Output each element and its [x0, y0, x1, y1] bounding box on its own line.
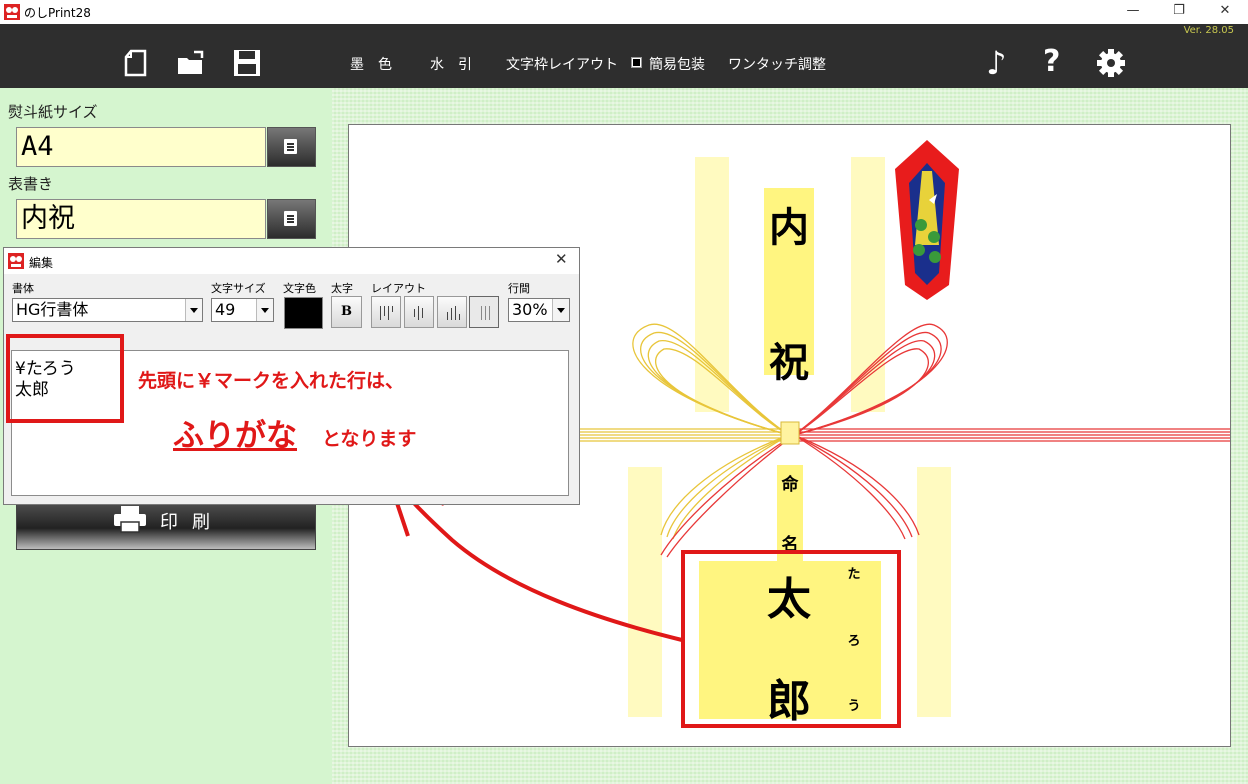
app-icon: [4, 4, 20, 20]
simple-wrap-checkbox[interactable]: [631, 57, 642, 68]
noshi-ornament-icon: [895, 140, 959, 300]
omote-top-char-1: 内: [769, 204, 809, 251]
paper-size-list-button[interactable]: [267, 127, 316, 167]
size-select[interactable]: 49: [211, 298, 274, 322]
bold-label: 太字: [331, 282, 353, 295]
spacing-select-value: 30%: [512, 300, 548, 319]
new-file-icon[interactable]: [121, 48, 151, 78]
dialog-title-bar: [4, 248, 579, 274]
help-icon[interactable]: ?: [1043, 44, 1060, 79]
open-folder-icon[interactable]: [176, 48, 206, 78]
text-highlight-box: [6, 334, 124, 423]
bold-button[interactable]: B: [331, 296, 362, 328]
omote-field[interactable]: 内祝: [16, 199, 266, 239]
size-label: 文字サイズ: [211, 282, 266, 295]
layout-right-button[interactable]: [371, 296, 401, 328]
font-select-value: HG行書体: [16, 300, 89, 319]
chevron-down-icon: [185, 299, 202, 321]
close-button[interactable]: ✕: [1202, 0, 1248, 24]
dialog-title: 編集: [29, 256, 54, 270]
window-title: のしPrint28: [24, 6, 91, 20]
chevron-down-icon: [552, 299, 569, 321]
list-icon: [284, 211, 297, 226]
gear-icon[interactable]: [1096, 48, 1126, 78]
layout-bottom-button[interactable]: [437, 296, 467, 328]
chevron-down-icon: [256, 299, 273, 321]
spacing-label: 行間: [508, 282, 530, 295]
layout-center-button[interactable]: [404, 296, 434, 328]
annotation-line-2: となります: [322, 428, 417, 450]
list-icon: [284, 139, 297, 154]
omote-top-char-2: 祝: [769, 339, 809, 386]
paper-size-field[interactable]: A4: [16, 127, 266, 167]
font-select[interactable]: HG行書体: [12, 298, 203, 322]
menu-sumi-color[interactable]: 墨 色: [350, 54, 392, 74]
restore-button[interactable]: ❐: [1156, 0, 1202, 24]
save-icon[interactable]: [232, 48, 262, 78]
layout-label: レイアウト: [371, 282, 426, 295]
print-label: 印刷: [160, 512, 224, 533]
font-label: 書体: [12, 282, 34, 295]
minimize-button[interactable]: —: [1110, 0, 1156, 24]
title-bar: のしPrint28 — ❐ ✕: [0, 0, 1248, 24]
omote-list-button[interactable]: [267, 199, 316, 239]
color-swatch[interactable]: [284, 297, 323, 329]
dialog-close-button[interactable]: ✕: [555, 250, 568, 268]
music-note-icon[interactable]: ♪: [986, 44, 1006, 82]
color-label: 文字色: [283, 282, 316, 295]
naming-char-1: 命: [781, 475, 799, 495]
layout-even-button[interactable]: [469, 296, 499, 328]
annotation-furigana: ふりがな: [173, 418, 297, 454]
spacing-select[interactable]: 30%: [508, 298, 570, 322]
paper-size-label: 熨斗紙サイズ: [8, 103, 98, 121]
checkbox-mark: [633, 59, 640, 66]
omote-label: 表書き: [8, 175, 54, 193]
menu-simple-wrap[interactable]: 簡易包装: [649, 54, 705, 74]
printer-icon: [114, 506, 146, 533]
size-select-value: 49: [215, 300, 236, 319]
menu-text-frame-layout[interactable]: 文字枠レイアウト: [506, 54, 618, 74]
app-icon: [8, 253, 24, 269]
name-highlight-box: [681, 550, 901, 728]
menu-mizuhiki[interactable]: 水 引: [430, 54, 472, 74]
version-label: Ver. 28.05: [1183, 25, 1234, 36]
annotation-line-1: 先頭に￥マークを入れた行は、: [138, 370, 405, 392]
menu-one-touch-adjust[interactable]: ワンタッチ調整: [728, 54, 826, 74]
